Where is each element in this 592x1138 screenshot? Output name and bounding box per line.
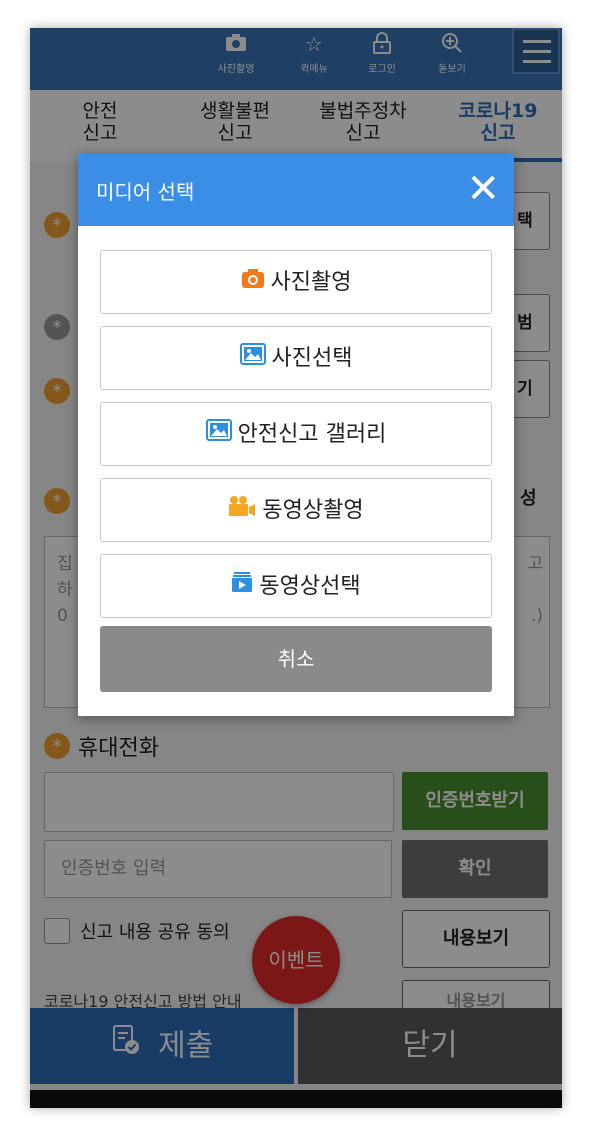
select-video-label: 동영상선택: [259, 574, 361, 599]
dialog-header: 미디어 선택 ✕: [78, 154, 514, 226]
safety-gallery-option[interactable]: 안전신고 갤러리: [100, 402, 492, 466]
record-video-option[interactable]: 동영상촬영: [100, 478, 492, 542]
image-icon: [205, 403, 232, 467]
camera-icon: [241, 251, 265, 315]
app-frame: 사진촬영 ☆ 퀵메뉴 로그인 돋보기 안전 신고 생활불편 신고 불법주정차 신…: [30, 28, 562, 1108]
video-camera-icon: [228, 479, 256, 543]
image-icon: [239, 327, 266, 391]
safety-gallery-label: 안전신고 갤러리: [237, 422, 387, 447]
media-select-dialog: 미디어 선택 ✕ 사진촬영 사진선택 안전신고 갤러리 동영상촬영 동영상선택 …: [78, 154, 514, 716]
select-photo-option[interactable]: 사진선택: [100, 326, 492, 390]
take-photo-label: 사진촬영: [270, 270, 352, 295]
close-icon[interactable]: ✕: [466, 164, 500, 214]
select-photo-label: 사진선택: [271, 346, 353, 371]
cancel-button[interactable]: 취소: [100, 626, 492, 692]
take-photo-option[interactable]: 사진촬영: [100, 250, 492, 314]
dialog-title: 미디어 선택: [96, 180, 195, 204]
select-video-option[interactable]: 동영상선택: [100, 554, 492, 618]
video-file-icon: [231, 555, 253, 619]
record-video-label: 동영상촬영: [262, 498, 364, 523]
